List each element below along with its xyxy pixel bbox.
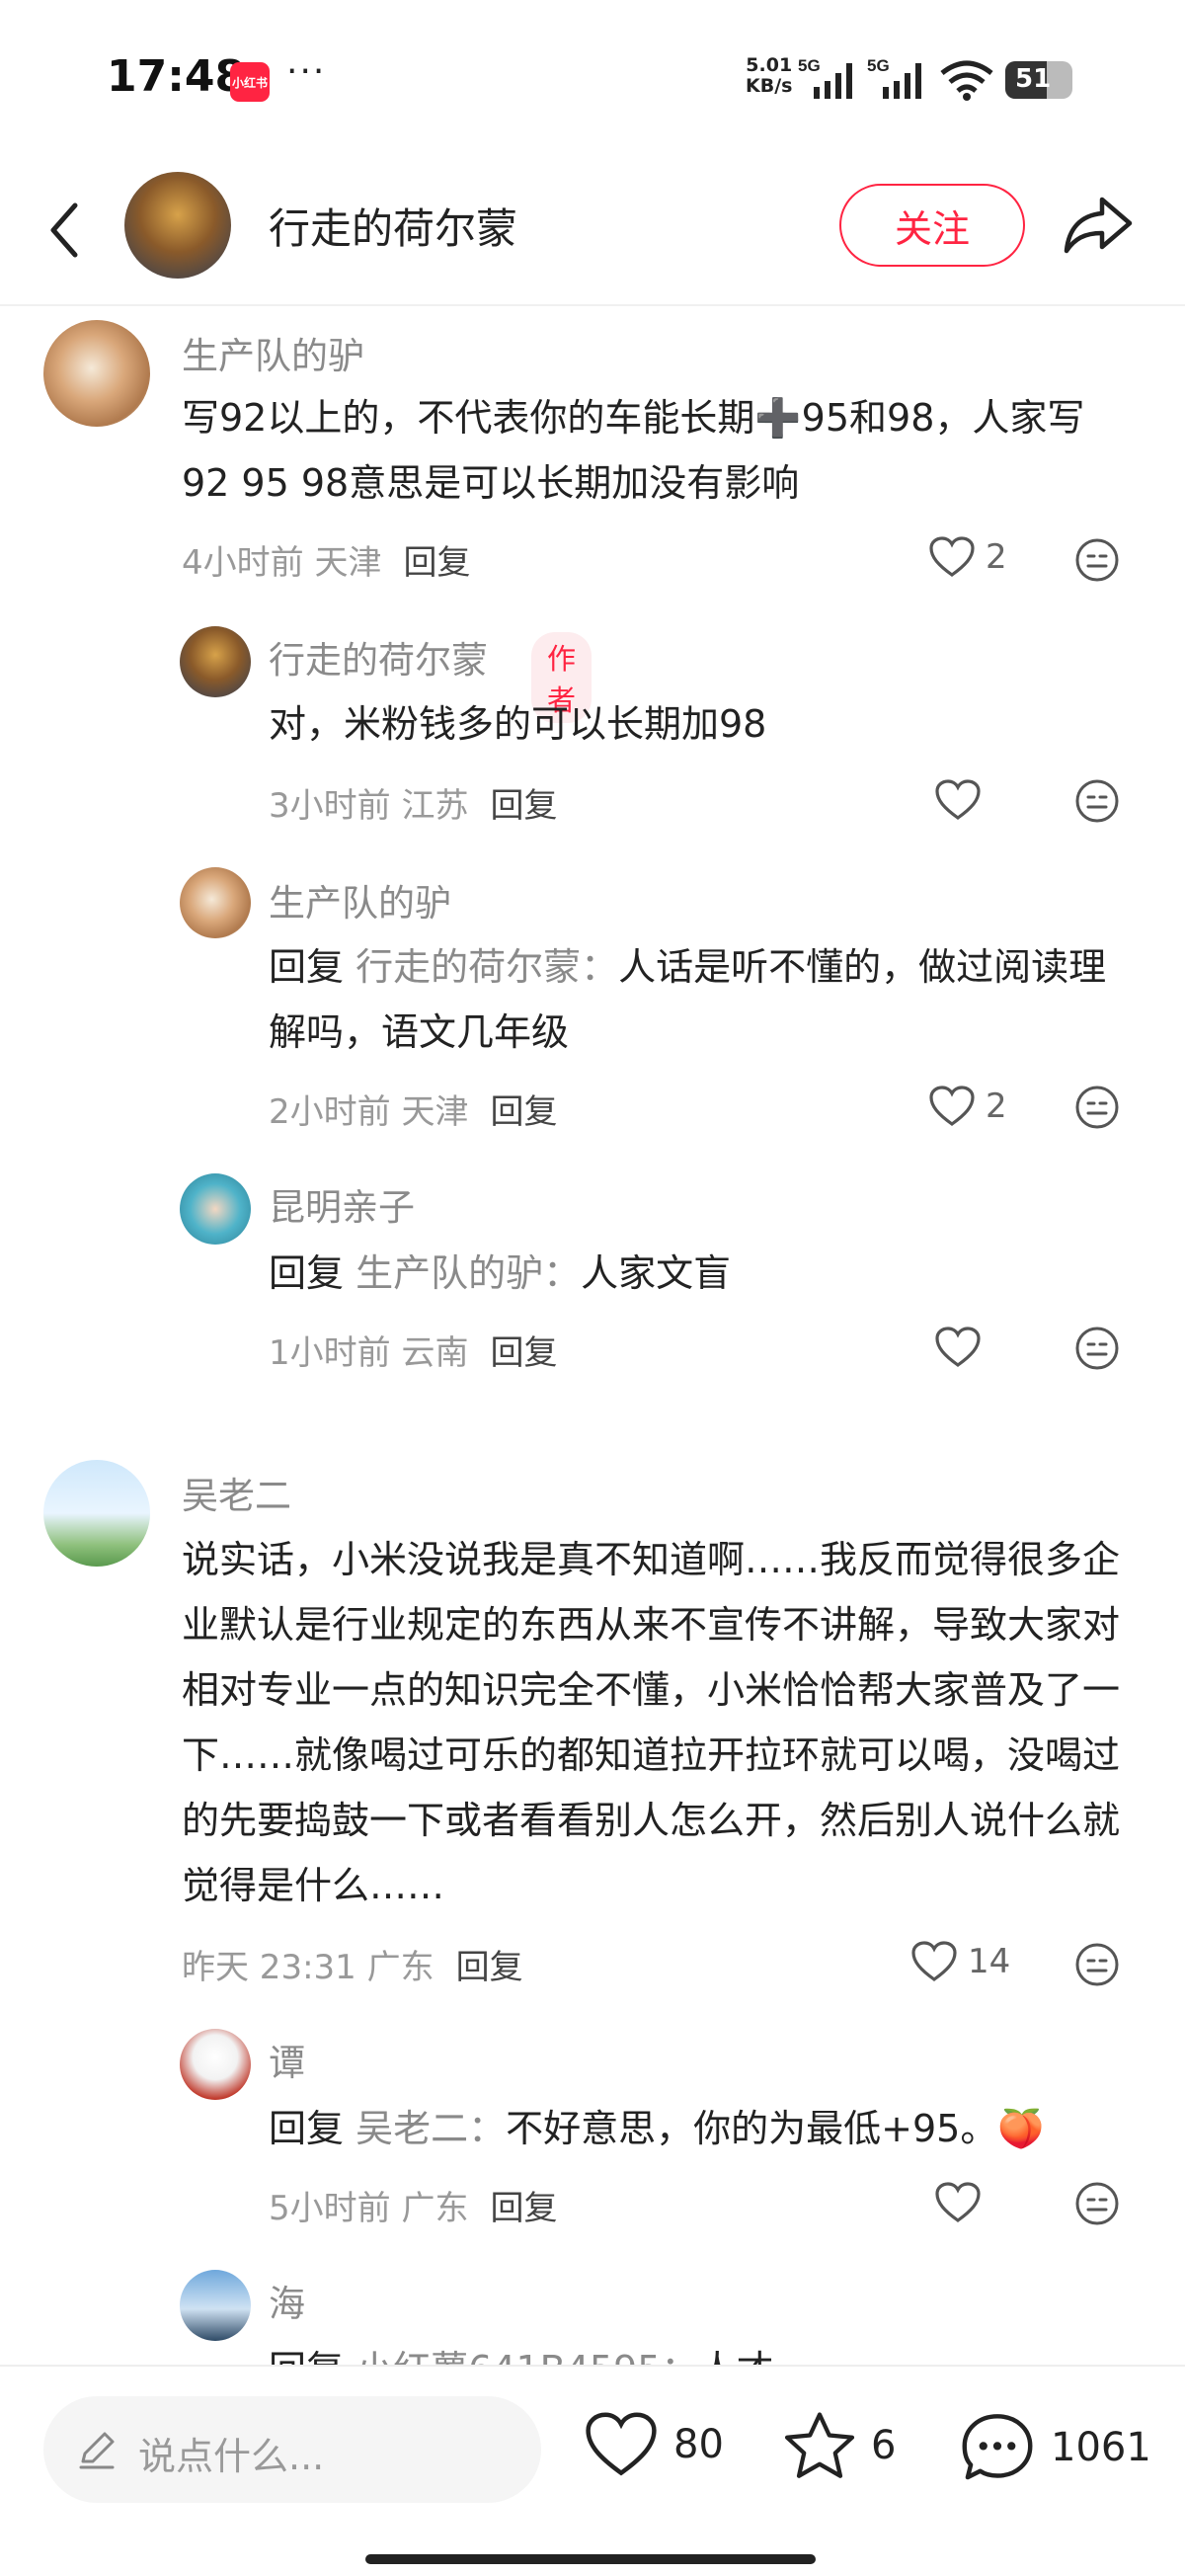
comments-button[interactable]: 1061 — [958, 2410, 1151, 2485]
star-icon — [784, 2412, 855, 2478]
home-indicator[interactable] — [365, 2554, 816, 2564]
comment-username[interactable]: 行走的荷尔蒙 — [269, 630, 488, 684]
user-avatar[interactable] — [180, 867, 251, 938]
reply-button[interactable]: 回复 — [490, 2189, 557, 2228]
heart-icon — [935, 1327, 981, 1367]
user-avatar[interactable] — [180, 626, 251, 697]
reply-button[interactable]: 回复 — [456, 1948, 523, 1987]
heart-icon — [929, 536, 975, 577]
emoji-reaction-icon[interactable] — [1074, 1326, 1120, 1371]
comment-meta: 4小时前 天津 回复 — [182, 543, 471, 583]
comment-text: 回复 行走的荷尔蒙：人话是听不懂的，做过阅读理解吗，语文几年级 — [269, 945, 1107, 1054]
emoji-reaction-icon[interactable] — [1074, 778, 1120, 824]
comment-meta: 2小时前 天津 回复 — [269, 1092, 558, 1132]
emoji-reaction-icon[interactable] — [1074, 1942, 1120, 1987]
comment-meta: 昨天 23:31 广东 回复 — [182, 1948, 523, 1987]
comment-input-placeholder: 说点什么... — [138, 2435, 325, 2478]
net-speed: 5.01 KB/s — [746, 54, 793, 97]
svg-text:5G: 5G — [798, 57, 821, 75]
pencil-icon — [79, 2432, 115, 2469]
back-arrow-icon[interactable] — [40, 196, 89, 265]
status-time: 17:48 — [107, 51, 246, 102]
comment-username[interactable]: 生产队的驴 — [269, 873, 451, 926]
like-button[interactable] — [934, 1326, 991, 1369]
comment-meta: 5小时前 广东 回复 — [269, 2189, 558, 2228]
collect-button[interactable]: 6 — [782, 2410, 896, 2481]
reply-to-user[interactable]: 生产队的驴： — [356, 1251, 581, 1295]
reply-to-user[interactable]: 行走的荷尔蒙： — [356, 945, 618, 989]
author-avatar[interactable] — [124, 172, 231, 279]
reply-button[interactable]: 回复 — [403, 543, 470, 583]
signal-icon: 5G — [798, 57, 852, 99]
like-button[interactable] — [934, 778, 991, 822]
like-button[interactable]: 2 — [928, 1085, 1007, 1128]
user-avatar[interactable] — [180, 2270, 251, 2341]
emoji-reaction-icon[interactable] — [1074, 537, 1120, 583]
comment-count: 1061 — [1051, 2425, 1151, 2470]
follow-button[interactable]: 关注 — [839, 184, 1025, 267]
bottom-action-bar: 说点什么... 80 6 1061 — [0, 2365, 1185, 2576]
comment-text: 写92以上的，不代表你的车能长期➕95和98，人家写92 95 98意思是可以长… — [182, 396, 1085, 505]
share-icon[interactable] — [1063, 194, 1134, 257]
comment-meta: 3小时前 江苏 回复 — [269, 786, 558, 826]
svg-text:5G: 5G — [867, 57, 890, 75]
battery-icon: 51 — [1005, 61, 1072, 99]
header: 行走的荷尔蒙 关注 — [0, 158, 1185, 306]
user-avatar[interactable] — [180, 1173, 251, 1245]
like-button[interactable]: 14 — [910, 1940, 1010, 1983]
xiaohongshu-app-icon: 小红书 — [230, 62, 270, 102]
status-bar: 17:48 小红书 ··· 5.01 KB/s 5G 5G 51 — [0, 0, 1185, 158]
reply-button[interactable]: 回复 — [490, 1092, 557, 1132]
user-avatar[interactable] — [43, 320, 150, 427]
like-button[interactable]: 2 — [928, 535, 1007, 579]
emoji-reaction-icon[interactable] — [1074, 2181, 1120, 2226]
heart-icon — [935, 2182, 981, 2222]
collect-count: 6 — [871, 2423, 897, 2468]
heart-icon — [935, 779, 981, 820]
like-count: 80 — [673, 2422, 724, 2467]
comment-username[interactable]: 生产队的驴 — [182, 326, 364, 379]
comment-text: 对，米粉钱多的可以长期加98 — [269, 702, 767, 746]
author-name[interactable]: 行走的荷尔蒙 — [269, 196, 517, 256]
like-button[interactable] — [934, 2181, 991, 2224]
wifi-icon — [940, 60, 993, 101]
reply-button[interactable]: 回复 — [490, 786, 557, 826]
comment-meta: 1小时前 云南 回复 — [269, 1333, 558, 1373]
more-notifications-icon: ··· — [286, 51, 327, 92]
comment-username[interactable]: 吴老二 — [182, 1466, 291, 1519]
comment-bubble-icon — [962, 2414, 1033, 2480]
reply-to-user[interactable]: 吴老二： — [356, 2107, 506, 2150]
signal-icon-2: 5G — [867, 57, 921, 99]
user-avatar[interactable] — [43, 1460, 150, 1567]
comment-input[interactable]: 说点什么... — [43, 2396, 541, 2503]
heart-icon — [586, 2412, 657, 2476]
user-avatar[interactable] — [180, 2029, 251, 2100]
emoji-reaction-icon[interactable] — [1074, 1085, 1120, 1130]
comment-text: 说实话，小米没说我是真不知道啊……我反而觉得很多企业默认是行业规定的东西从来不宣… — [182, 1538, 1121, 1907]
reply-button[interactable]: 回复 — [490, 1333, 557, 1373]
comment-username[interactable]: 谭 — [269, 2033, 305, 2086]
comment-username[interactable]: 昆明亲子 — [269, 1177, 415, 1231]
heart-icon — [911, 1941, 957, 1981]
comment-text: 回复 吴老二：不好意思，你的为最低+95。🍑 — [269, 2107, 1045, 2150]
comment-text: 回复 生产队的驴：人家文盲 — [269, 1251, 732, 1295]
comment-username[interactable]: 海 — [269, 2274, 305, 2327]
heart-icon — [929, 1086, 975, 1126]
like-post-button[interactable]: 80 — [583, 2410, 724, 2479]
